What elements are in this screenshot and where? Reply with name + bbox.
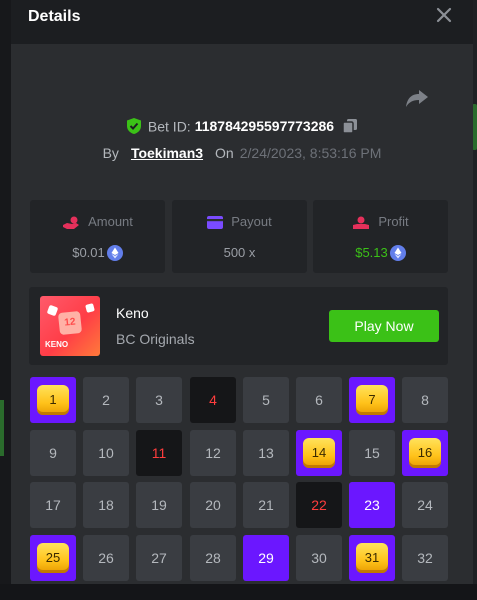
keno-cell-hit[interactable]: 14: [296, 430, 342, 476]
keno-cell[interactable]: 10: [83, 430, 129, 476]
keno-gem-number: 25: [37, 543, 69, 573]
game-card: 12 KENO Keno BC Originals Play Now: [29, 287, 448, 365]
background-accent: [0, 400, 4, 456]
bet-id-label: Bet ID:: [147, 118, 191, 135]
keno-cell[interactable]: 13: [243, 430, 289, 476]
share-arrow-icon[interactable]: [405, 88, 429, 108]
keno-cell[interactable]: 21: [243, 482, 289, 528]
keno-gem-number: 31: [356, 543, 388, 573]
amount-label: Amount: [88, 214, 133, 229]
background-footer: [0, 584, 477, 600]
background-panel-left: [0, 330, 11, 460]
keno-cell[interactable]: 26: [83, 535, 129, 581]
bet-author-row: By Toekiman3 On 2/24/2023, 8:53:16 PM: [11, 145, 473, 161]
amount-header: Amount: [30, 214, 165, 230]
payout-label: Payout: [231, 214, 272, 229]
keno-cell[interactable]: 3: [136, 377, 182, 423]
shield-check-icon: [126, 117, 142, 135]
keno-cell[interactable]: 6: [296, 377, 342, 423]
keno-gem-number: 14: [303, 438, 335, 468]
keno-cell[interactable]: 24: [402, 482, 448, 528]
profit-hand-icon: [353, 216, 370, 229]
game-provider: BC Originals: [116, 331, 195, 347]
keno-cell-hit[interactable]: 31: [349, 535, 395, 581]
decor-square: [46, 304, 59, 317]
keno-cell[interactable]: 9: [30, 430, 76, 476]
keno-cell-hit[interactable]: 1: [30, 377, 76, 423]
game-name: Keno: [116, 305, 149, 321]
bet-id-value: 118784295597773286: [194, 118, 335, 135]
keno-cell[interactable]: 2: [83, 377, 129, 423]
bet-details-modal: Details Bet ID: 118784295597773286 By Toek…: [11, 0, 473, 584]
profit-header: Profit: [313, 214, 448, 230]
wallet-icon: [207, 216, 224, 230]
profit-label: Profit: [378, 214, 409, 229]
keno-cell[interactable]: 30: [296, 535, 342, 581]
keno-cell[interactable]: 5: [243, 377, 289, 423]
decor-square: [85, 303, 95, 313]
keno-cell-drawn[interactable]: 22: [296, 482, 342, 528]
keno-cell-hit[interactable]: 16: [402, 430, 448, 476]
hand-coins-icon: [63, 216, 80, 229]
payout-value: 500 x: [223, 245, 256, 261]
keno-cell[interactable]: 8: [402, 377, 448, 423]
keno-cell-picked[interactable]: 23: [349, 482, 395, 528]
modal-header: Details: [11, 0, 473, 44]
keno-cell[interactable]: 20: [190, 482, 236, 528]
amount-value-row: $0.01: [30, 244, 165, 261]
keno-cell-hit[interactable]: 25: [30, 535, 76, 581]
keno-cell[interactable]: 17: [30, 482, 76, 528]
username-link[interactable]: Toekiman3: [131, 145, 203, 161]
profit-value: $5.13: [355, 245, 388, 261]
payout-card: Payout 500 x: [172, 200, 307, 273]
bet-datetime: 2/24/2023, 8:53:16 PM: [239, 145, 382, 161]
profit-card: Profit $5.13: [313, 200, 448, 273]
keno-cell-drawn[interactable]: 11: [136, 430, 182, 476]
bet-id-row: Bet ID: 118784295597773286: [11, 117, 473, 139]
keno-gem-number: 16: [409, 438, 441, 468]
keno-thumbnail[interactable]: 12 KENO: [40, 296, 100, 356]
keno-cell[interactable]: 27: [136, 535, 182, 581]
close-icon[interactable]: [435, 6, 453, 24]
by-label: By: [102, 145, 119, 161]
ethereum-icon: [106, 244, 123, 261]
keno-gem-number: 1: [37, 385, 69, 415]
play-now-button[interactable]: Play Now: [329, 310, 439, 342]
payout-header: Payout: [172, 214, 307, 230]
payout-value-row: 500 x: [172, 244, 307, 260]
keno-cell[interactable]: 12: [190, 430, 236, 476]
ethereum-icon: [389, 244, 406, 261]
on-label: On: [215, 145, 234, 161]
keno-cell[interactable]: 28: [190, 535, 236, 581]
thumbnail-tile: 12: [57, 310, 83, 336]
thumbnail-brand: KENO: [45, 340, 69, 349]
keno-cell-hit[interactable]: 7: [349, 377, 395, 423]
keno-cell[interactable]: 19: [136, 482, 182, 528]
profit-value-row: $5.13: [313, 244, 448, 261]
copy-icon[interactable]: [342, 118, 358, 135]
keno-cell[interactable]: 32: [402, 535, 448, 581]
keno-cell-picked[interactable]: 29: [243, 535, 289, 581]
modal-title: Details: [28, 8, 81, 25]
keno-gem-number: 7: [356, 385, 388, 415]
keno-cell[interactable]: 18: [83, 482, 129, 528]
keno-number-grid: 1 2 3 4 5 6 7 8 9 10 11 12 13 14 15 16 17 18 19 20 21 22 23 24 2…: [30, 377, 454, 584]
amount-card: Amount $0.01: [30, 200, 165, 273]
keno-cell-drawn[interactable]: 4: [190, 377, 236, 423]
keno-cell[interactable]: 15: [349, 430, 395, 476]
amount-value: $0.01: [72, 245, 105, 261]
